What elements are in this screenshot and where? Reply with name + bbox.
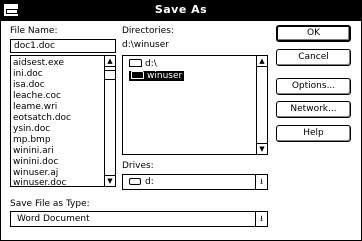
list-item[interactable]: leache.coc (13, 91, 61, 102)
directory-list-scrollbar[interactable]: ▲ ▼ (256, 56, 267, 154)
dropdown-arrow-icon[interactable]: ⭳ (255, 175, 267, 189)
drives-label: Drives: (122, 161, 154, 171)
directory-item-label: d:\ (145, 59, 157, 69)
drives-dropdown[interactable]: d: ⭳ (122, 174, 268, 190)
scroll-up-arrow-icon[interactable]: ▲ (105, 56, 115, 67)
list-item[interactable]: winini.doc (13, 157, 58, 168)
file-name-input[interactable]: doc1.doc (10, 39, 116, 53)
list-item[interactable]: isa.doc (13, 80, 45, 91)
title-bar[interactable]: Save As (1, 1, 361, 21)
save-type-dropdown[interactable]: Word Document ⭳ (10, 211, 268, 227)
file-name-value: doc1.doc (14, 41, 55, 51)
list-item[interactable]: ysin.doc (13, 124, 50, 135)
directory-list[interactable]: d:\ winuser ▲ ▼ (122, 55, 268, 155)
cancel-button[interactable]: Cancel (276, 49, 351, 66)
list-item[interactable]: mp.bmp (13, 135, 51, 146)
list-item[interactable]: winini.ari (13, 146, 54, 157)
directories-label: Directories: (122, 26, 174, 36)
current-directory-path: d:\winuser (122, 40, 169, 50)
list-item[interactable]: leame.wri (13, 102, 57, 113)
directory-item-root[interactable]: d:\ (129, 59, 157, 70)
file-list-scrollbar[interactable]: ▲ ▼ (104, 56, 115, 186)
scroll-down-arrow-icon[interactable]: ▼ (257, 143, 267, 154)
file-name-label: File Name: (10, 26, 58, 36)
list-item[interactable]: eotsatch.doc (13, 113, 71, 124)
help-button[interactable]: Help (276, 125, 351, 142)
scroll-thumb[interactable] (105, 70, 115, 80)
open-folder-icon (131, 71, 144, 79)
options-button[interactable]: Options... (276, 78, 351, 95)
open-folder-icon (129, 59, 142, 67)
directory-item-label: winuser (147, 71, 183, 81)
network-button[interactable]: Network... (276, 101, 351, 118)
file-list[interactable]: aidsest.exe ini.doc isa.doc leache.coc l… (10, 55, 116, 187)
scroll-up-arrow-icon[interactable]: ▲ (257, 56, 267, 67)
list-item[interactable]: winuser.doc (13, 178, 66, 186)
save-as-dialog: Save As File Name: doc1.doc aidsest.exe … (0, 0, 362, 241)
directory-item-winuser[interactable]: winuser (129, 71, 185, 82)
drive-icon (129, 178, 141, 185)
dropdown-arrow-icon[interactable]: ⭳ (255, 212, 267, 226)
drive-value: d: (145, 177, 154, 187)
dialog-title: Save As (154, 3, 208, 16)
save-type-value: Word Document (17, 214, 90, 224)
system-menu-icon[interactable] (3, 3, 19, 17)
list-item[interactable]: aidsest.exe (13, 58, 64, 69)
scroll-down-arrow-icon[interactable]: ▼ (105, 175, 115, 186)
save-type-label: Save File as Type: (10, 199, 90, 209)
list-item[interactable]: ini.doc (13, 69, 43, 80)
ok-button[interactable]: OK (276, 25, 351, 42)
